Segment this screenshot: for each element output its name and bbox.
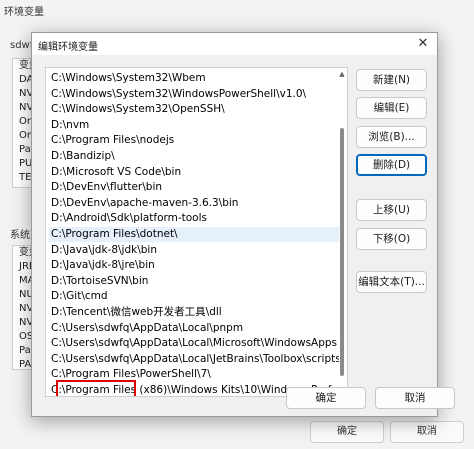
path-list-item[interactable]: D:\DevEnv\flutter\bin [49,180,339,195]
delete-button[interactable]: 删除(D) [356,154,427,176]
ok-button[interactable]: 确定 [286,387,366,409]
path-list-item[interactable]: C:\Users\sdwfq\AppData\Local\Microsoft\W… [49,336,339,351]
path-list-item[interactable]: D:\Microsoft VS Code\bin [49,165,339,180]
annotation-highlight-box [56,380,136,396]
parent-window-title: 环境变量 [4,7,44,18]
dialog-title: 编辑环境变量 [38,42,98,53]
path-list-item[interactable]: C:\Windows\System32\Wbem [49,71,339,86]
path-list-item[interactable]: D:\Java\jdk-8\jdk\bin [49,243,339,258]
path-list-item[interactable]: D:\Android\Sdk\platform-tools [49,211,339,226]
vertical-scrollbar[interactable]: ▲ ▼ [338,68,346,396]
path-list[interactable]: D:\DevEnv\gdalC:\Program Files (x86)\Win… [45,67,348,397]
path-list-item[interactable]: D:\Bandizip\ [49,149,339,164]
dialog-titlebar[interactable]: 编辑环境变量 ✕ [32,33,437,55]
move-up-button[interactable]: 上移(U) [356,199,427,221]
close-icon[interactable]: ✕ [415,36,431,52]
path-list-item[interactable]: D:\TortoiseSVN\bin [49,274,339,289]
path-list-item[interactable]: D:\nvm [49,118,339,133]
parent-cancel-button[interactable]: 取消 [390,421,464,443]
parent-titlebar: 环境变量 [0,0,474,22]
edit-text-button[interactable]: 编辑文本(T)... [356,271,427,293]
edit-button[interactable]: 编辑(E) [356,97,427,119]
edit-env-variable-dialog: 编辑环境变量 ✕ D:\DevEnv\gdalC:\Program Files … [31,32,455,417]
new-button[interactable]: 新建(N) [356,69,427,91]
path-list-item[interactable]: C:\Program Files\dotnet\ [49,227,339,242]
path-list-item[interactable]: C:\Users\sdwfq\AppData\Local\JetBrains\T… [49,352,339,367]
cancel-button[interactable]: 取消 [375,387,455,409]
path-list-item[interactable]: C:\Windows\System32\OpenSSH\ [49,102,339,117]
path-list-item[interactable]: D:\Java\jdk-8\jre\bin [49,258,339,273]
path-list-item[interactable]: D:\Git\cmd [49,289,339,304]
browse-button[interactable]: 浏览(B)... [356,126,427,148]
scroll-thumb[interactable] [340,128,344,376]
path-list-item[interactable]: C:\Windows\System32\WindowsPowerShell\v1… [49,87,339,102]
parent-ok-button[interactable]: 确定 [310,421,384,443]
path-list-item[interactable]: C:\Users\sdwfq\AppData\Local\pnpm [49,321,339,336]
path-list-item[interactable]: D:\DevEnv\apache-maven-3.6.3\bin [49,196,339,211]
path-list-item[interactable]: C:\Program Files\nodejs [49,133,339,148]
path-list-item[interactable]: D:\Tencent\微信web开发者工具\dll [49,305,339,320]
move-down-button[interactable]: 下移(O) [356,228,427,250]
scroll-up-icon[interactable]: ▲ [338,70,346,78]
